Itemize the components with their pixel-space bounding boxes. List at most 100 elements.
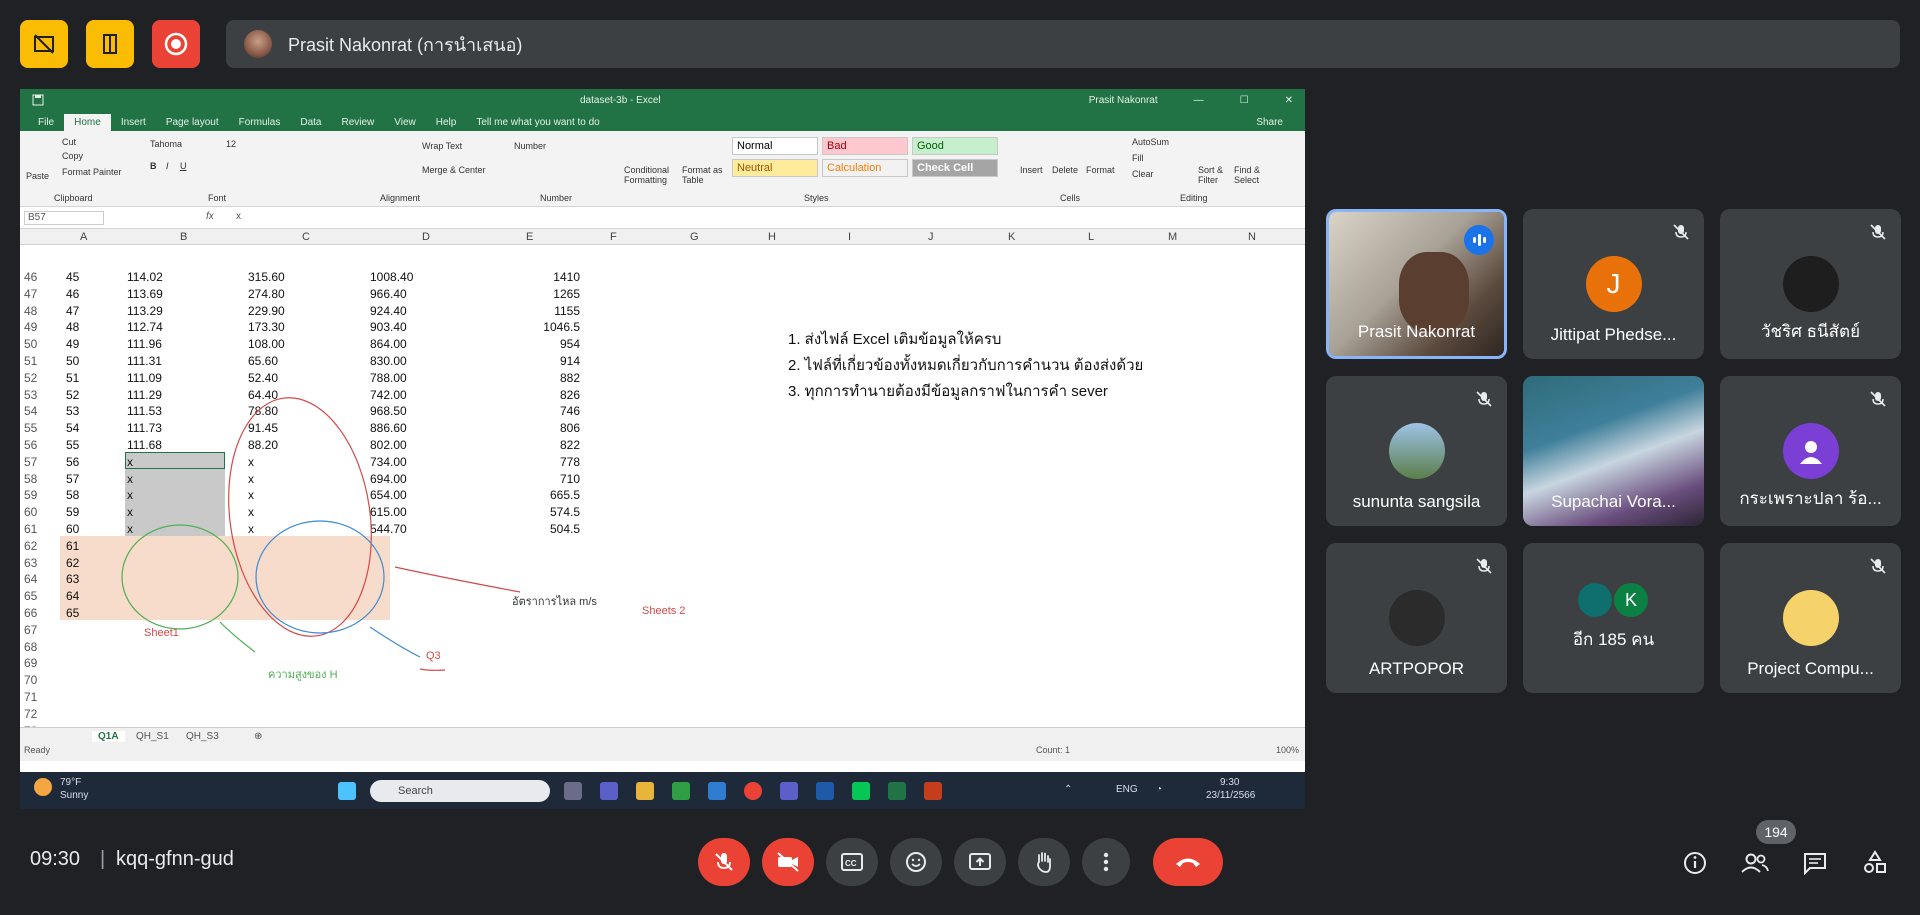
col-header[interactable]: B bbox=[180, 231, 187, 243]
col-header[interactable]: H bbox=[768, 231, 776, 243]
col-header[interactable]: F bbox=[610, 231, 617, 243]
col-header[interactable]: L bbox=[1088, 231, 1094, 243]
leave-call-button[interactable] bbox=[1153, 838, 1223, 886]
tab-review[interactable]: Review bbox=[331, 114, 384, 131]
conditional-formatting-button[interactable]: Conditional Formatting bbox=[624, 165, 674, 185]
minimize-icon[interactable]: — bbox=[1194, 95, 1204, 106]
col-header[interactable]: I bbox=[848, 231, 851, 243]
tab-help[interactable]: Help bbox=[426, 114, 467, 131]
tab-file[interactable]: File bbox=[28, 114, 64, 131]
more-options-button[interactable] bbox=[1082, 838, 1130, 886]
merge-center-button[interactable]: Merge & Center bbox=[422, 165, 486, 175]
tab-page-layout[interactable]: Page layout bbox=[156, 114, 229, 131]
format-cells-button[interactable]: Format bbox=[1086, 165, 1115, 175]
insert-cells-button[interactable]: Insert bbox=[1020, 165, 1043, 175]
tab-home[interactable]: Home bbox=[64, 114, 111, 131]
participant-tile[interactable]: ARTPOPOR bbox=[1326, 543, 1507, 693]
style-neutral[interactable]: Neutral bbox=[732, 159, 818, 177]
word-icon[interactable] bbox=[816, 782, 834, 800]
file-explorer-icon[interactable] bbox=[636, 782, 654, 800]
style-bad[interactable]: Bad bbox=[822, 137, 908, 155]
emoji-reaction-button[interactable] bbox=[890, 838, 942, 886]
captions-button[interactable]: CC bbox=[826, 838, 878, 886]
fill-button[interactable]: Fill bbox=[1132, 153, 1144, 163]
close-icon[interactable]: ✕ bbox=[1285, 95, 1293, 106]
mic-toggle-button[interactable] bbox=[698, 838, 750, 886]
font-size-select[interactable]: 12 bbox=[226, 139, 236, 149]
door-exit-icon[interactable] bbox=[86, 20, 134, 68]
mail-icon[interactable] bbox=[708, 782, 726, 800]
cut-button[interactable]: Cut bbox=[62, 137, 76, 147]
tell-me-search[interactable]: Tell me what you want to do bbox=[466, 114, 609, 131]
tab-data[interactable]: Data bbox=[290, 114, 331, 131]
font-name-select[interactable]: Tahoma bbox=[150, 139, 182, 149]
language-indicator[interactable]: ENG bbox=[1116, 784, 1138, 795]
powerpoint-icon[interactable] bbox=[924, 782, 942, 800]
sheet-tab-qh-s1[interactable]: QH_S1 bbox=[136, 731, 169, 742]
maximize-icon[interactable]: ☐ bbox=[1240, 95, 1249, 106]
style-calculation[interactable]: Calculation bbox=[822, 159, 908, 177]
record-icon[interactable] bbox=[152, 20, 200, 68]
meeting-info-icon[interactable] bbox=[1680, 848, 1710, 878]
col-header[interactable]: G bbox=[690, 231, 699, 243]
meeting-code[interactable]: kqq-gfnn-gud bbox=[116, 848, 234, 871]
tab-view[interactable]: View bbox=[384, 114, 426, 131]
style-normal[interactable]: Normal bbox=[732, 137, 818, 155]
sheet-tab-q1a[interactable]: Q1A bbox=[92, 731, 125, 742]
participant-tile[interactable]: กระเพราะปลา ร้อ... bbox=[1720, 376, 1901, 526]
line-icon[interactable] bbox=[852, 782, 870, 800]
participant-tile[interactable]: Prasit Nakonrat bbox=[1326, 209, 1507, 359]
style-check-cell[interactable]: Check Cell bbox=[912, 159, 998, 177]
wrap-text-button[interactable]: Wrap Text bbox=[422, 141, 462, 151]
no-video-layout-icon[interactable] bbox=[20, 20, 68, 68]
col-header[interactable]: E bbox=[526, 231, 533, 243]
chevron-up-icon[interactable]: ⌃ bbox=[1064, 784, 1072, 795]
paste-button[interactable]: Paste bbox=[26, 171, 49, 181]
col-header[interactable]: N bbox=[1248, 231, 1256, 243]
format-painter-button[interactable]: Format Painter bbox=[62, 167, 122, 177]
copy-button[interactable]: Copy bbox=[62, 151, 83, 161]
task-view-icon[interactable] bbox=[564, 782, 582, 800]
activities-icon[interactable] bbox=[1860, 848, 1890, 878]
start-icon[interactable] bbox=[338, 782, 356, 800]
add-sheet-icon[interactable]: ⊕ bbox=[254, 731, 262, 742]
camera-toggle-button[interactable] bbox=[762, 838, 814, 886]
participant-tile[interactable]: J Jittipat Phedse... bbox=[1523, 209, 1704, 359]
tab-formulas[interactable]: Formulas bbox=[229, 114, 291, 131]
tab-insert[interactable]: Insert bbox=[111, 114, 156, 131]
chrome-icon[interactable] bbox=[744, 782, 762, 800]
col-header[interactable]: M bbox=[1168, 231, 1177, 243]
present-screen-button[interactable] bbox=[954, 838, 1006, 886]
save-icon[interactable] bbox=[32, 94, 44, 106]
number-format-select[interactable]: Number bbox=[514, 141, 546, 151]
autosum-button[interactable]: AutoSum bbox=[1132, 137, 1169, 147]
col-header[interactable]: D bbox=[422, 231, 430, 243]
clear-button[interactable]: Clear bbox=[1132, 169, 1154, 179]
col-header[interactable]: J bbox=[928, 231, 934, 243]
participant-tile[interactable]: sununta sangsila bbox=[1326, 376, 1507, 526]
store-icon[interactable] bbox=[672, 782, 690, 800]
col-header[interactable]: C bbox=[302, 231, 310, 243]
people-icon[interactable] bbox=[1740, 848, 1770, 878]
chat-icon[interactable] bbox=[600, 782, 618, 800]
excel-icon[interactable] bbox=[888, 782, 906, 800]
formula-input[interactable]: x bbox=[236, 211, 241, 222]
italic-button[interactable]: I bbox=[166, 161, 169, 171]
col-header[interactable]: K bbox=[1008, 231, 1015, 243]
teams-icon[interactable] bbox=[780, 782, 798, 800]
format-as-table-button[interactable]: Format as Table bbox=[682, 165, 726, 185]
participant-tile[interactable]: Project Compu... bbox=[1720, 543, 1901, 693]
raise-hand-button[interactable] bbox=[1018, 838, 1070, 886]
participant-tile[interactable]: Supachai Vora... bbox=[1523, 376, 1704, 526]
underline-button[interactable]: U bbox=[180, 161, 187, 171]
zoom-level[interactable]: 100% bbox=[1276, 745, 1299, 755]
col-header[interactable]: A bbox=[80, 231, 87, 243]
bold-button[interactable]: B bbox=[150, 161, 157, 171]
style-good[interactable]: Good bbox=[912, 137, 998, 155]
participant-tile-overflow[interactable]: K อีก 185 คน bbox=[1523, 543, 1704, 693]
chat-icon[interactable] bbox=[1800, 848, 1830, 878]
wifi-icon[interactable]: ◔ bbox=[1156, 784, 1162, 795]
spreadsheet-grid[interactable]: 46 45 114.02 315.60 1008.40 1410 47 46 113.69 274… bbox=[20, 267, 1305, 738]
share-button[interactable]: Share bbox=[1246, 114, 1293, 131]
taskbar-search[interactable]: Search bbox=[370, 780, 550, 802]
